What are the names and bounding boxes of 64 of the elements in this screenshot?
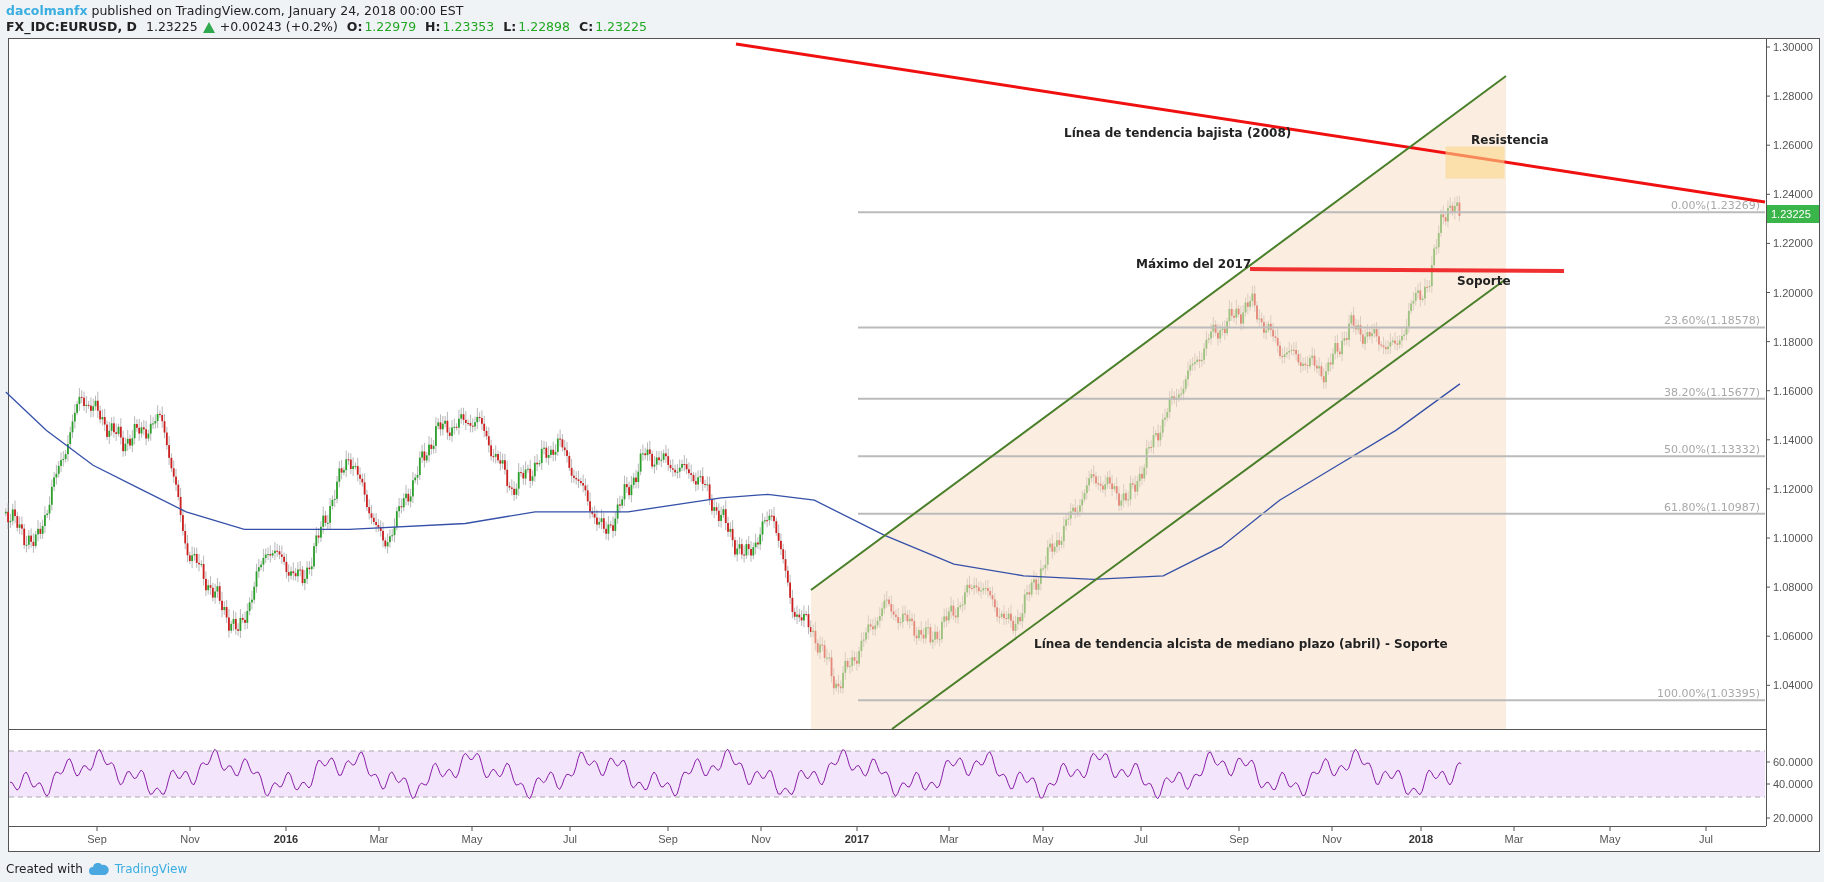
time-axis-label: Nov bbox=[751, 833, 771, 845]
chart-annotation: Máximo del 2017 bbox=[1136, 257, 1252, 271]
price-axis-label: 1.30000 bbox=[1773, 41, 1813, 53]
time-axis-label: Nov bbox=[1322, 833, 1342, 845]
time-axis-label: Jul bbox=[1133, 833, 1149, 845]
publication-info: dacolmanfx published on TradingView.com, January 24, 2018 00:00 EST bbox=[6, 3, 465, 19]
time-axis-label: 2018 bbox=[1408, 833, 1434, 845]
cloud-logo-icon bbox=[88, 863, 109, 875]
price-axis-label: 1.18000 bbox=[1773, 335, 1813, 348]
time-axis-label: 2017 bbox=[844, 833, 870, 845]
price-axis-label: 1.26000 bbox=[1773, 139, 1813, 152]
price-axis-label: 1.22000 bbox=[1773, 237, 1813, 250]
chart-annotation: Resistencia bbox=[1471, 133, 1549, 147]
time-axis-label: Nov bbox=[180, 833, 200, 845]
time-axis-label: Mar bbox=[369, 833, 389, 845]
rsi-axis-label: 20.0000 bbox=[1773, 812, 1813, 824]
price-axis-label: 1.14000 bbox=[1773, 433, 1813, 446]
resistance-zone bbox=[1445, 146, 1505, 179]
time-axis-label: Sep bbox=[1229, 833, 1249, 845]
fibonacci-level-label: 61.80%(1.10987) bbox=[1664, 500, 1760, 514]
chart-annotation: Soporte bbox=[1457, 274, 1511, 288]
fibonacci-level-label: 100.00%(1.03395) bbox=[1657, 687, 1760, 701]
price-axis-label: 1.04000 bbox=[1773, 679, 1813, 692]
ohlc-label: L: bbox=[503, 19, 517, 35]
price-axis-label: 1.06000 bbox=[1773, 630, 1813, 643]
ohlc-label: O: bbox=[346, 19, 363, 35]
time-axis-label: Jul bbox=[1698, 833, 1714, 845]
price-axis-label: 1.28000 bbox=[1773, 90, 1813, 103]
time-axis-label: Sep bbox=[658, 833, 678, 845]
ohlc-value: 1.22979 bbox=[364, 19, 417, 35]
ohlc-label: C: bbox=[578, 19, 594, 35]
time-axis-label: Jul bbox=[562, 833, 578, 845]
chart-annotation: Línea de tendencia alcista de mediano plazo (abril) - Soporte bbox=[1034, 637, 1448, 651]
fibonacci-level-label: 50.00%(1.13332) bbox=[1664, 443, 1760, 457]
symbol-label: FX_IDC:EURUSD, D bbox=[6, 19, 137, 35]
tradingview-link[interactable]: TradingView bbox=[114, 862, 188, 876]
time-axis-label: Mar bbox=[1504, 833, 1524, 845]
time-axis-label: May bbox=[461, 833, 483, 845]
fibonacci-level-label: 23.60%(1.18578) bbox=[1664, 314, 1760, 328]
chart-annotation: Línea de tendencia bajista (2008) bbox=[1064, 126, 1292, 140]
time-axis-label: Mar bbox=[939, 833, 959, 845]
time-axis-label: May bbox=[1032, 833, 1054, 845]
price-axis-label: 1.24000 bbox=[1773, 188, 1813, 201]
ohlc-value: 1.23353 bbox=[442, 19, 495, 35]
ohlc-value: 1.23225 bbox=[595, 19, 647, 35]
ohlc-value: 1.22898 bbox=[518, 19, 570, 35]
created-with-text: Created with bbox=[6, 862, 83, 876]
last-price-label: 1.23225 bbox=[1767, 205, 1819, 223]
price-change: +0.00243 (+0.2%) bbox=[219, 19, 338, 35]
time-axis-label: 2016 bbox=[273, 833, 299, 845]
author-link[interactable]: dacolmanfx bbox=[6, 3, 88, 18]
price-axis-label: 1.20000 bbox=[1773, 286, 1813, 299]
price-axis-label: 1.12000 bbox=[1773, 482, 1813, 495]
time-axis-label: May bbox=[1599, 833, 1621, 845]
rsi-axis-label: 60.0000 bbox=[1773, 756, 1813, 768]
price-axis-label: 1.08000 bbox=[1773, 581, 1813, 594]
ohlc-label: H: bbox=[425, 19, 441, 35]
fibonacci-level-label: 38.20%(1.15677) bbox=[1664, 385, 1760, 399]
rsi-axis-label: 40.0000 bbox=[1773, 778, 1813, 790]
price-axis-label: 1.16000 bbox=[1773, 384, 1813, 397]
price-axis-label: 1.10000 bbox=[1773, 532, 1813, 544]
time-axis-label: Sep bbox=[87, 833, 107, 845]
last-price: 1.23225 bbox=[145, 19, 198, 35]
fibonacci-level-label: 0.00%(1.23269) bbox=[1671, 199, 1760, 213]
